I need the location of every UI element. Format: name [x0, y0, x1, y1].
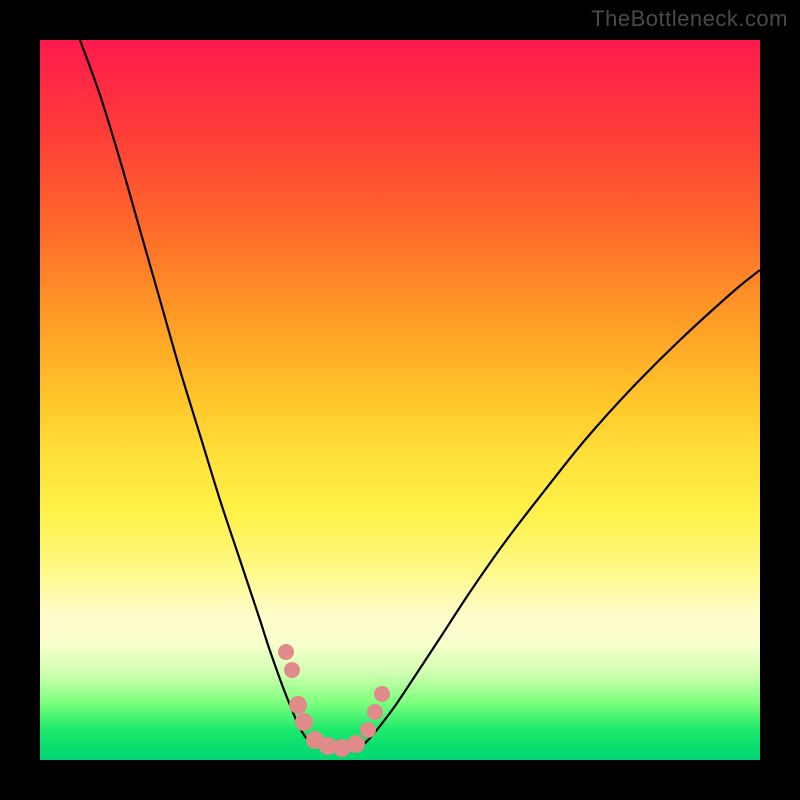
- m-left-1: [289, 696, 307, 714]
- m-bottom-3: [333, 739, 351, 757]
- m-right-3: [374, 686, 390, 702]
- marker-group: [278, 644, 390, 757]
- m-left-up-2: [284, 662, 300, 678]
- chart-frame: TheBottleneck.com: [0, 0, 800, 800]
- attribution-watermark: TheBottleneck.com: [591, 6, 788, 32]
- curve-left-branch: [80, 40, 315, 746]
- m-right-2: [367, 704, 383, 720]
- m-right-1: [360, 722, 376, 738]
- m-left-2: [295, 713, 313, 731]
- m-left-up-1: [278, 644, 294, 660]
- gradient-plot-area: [40, 40, 760, 760]
- m-bottom-1: [306, 731, 324, 749]
- curve-plateau: [315, 746, 362, 749]
- m-bottom-2: [319, 737, 337, 755]
- m-bottom-4: [347, 735, 365, 753]
- curve-overlay: [40, 40, 760, 760]
- curve-right-branch: [362, 270, 760, 746]
